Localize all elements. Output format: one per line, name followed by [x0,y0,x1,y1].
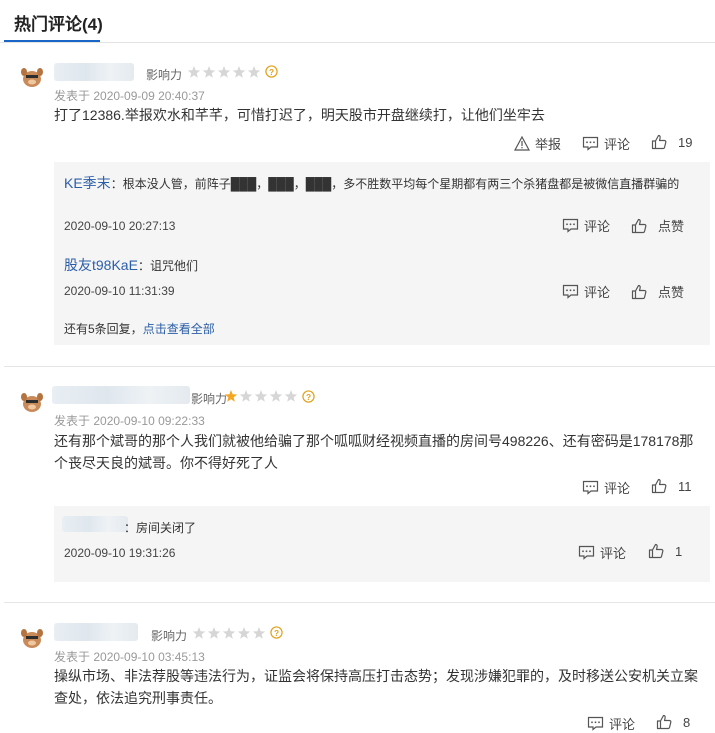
post-date: 发表于 2020-09-10 03:45:13 [54,650,205,664]
view-all-replies-link[interactable]: 点击查看全部 [143,322,215,336]
reply-comment-button[interactable]: 评论 [578,543,626,562]
star-icon [224,390,238,402]
comment-text: 还有那个斌哥的那个人我们就被他给骗了那个呱呱财经视频直播的房间号498226、还… [54,433,694,471]
username-blurred[interactable] [52,386,190,404]
like-button[interactable]: 19 [651,134,692,150]
star-icon [232,66,246,78]
thumbs-up-icon [631,284,647,299]
star-icon [252,627,266,639]
reply-like-button[interactable]: 1 [648,543,682,559]
comment-text: 操纵市场、非法荐股等违法行为，证监会将保持高压打击态势；发现涉嫌犯罪的，及时移送… [54,668,698,706]
reply-comment-button[interactable]: 评论 [562,282,610,301]
thumbs-up-icon [631,218,647,233]
report-button[interactable]: 举报 [514,134,561,153]
star-icon [222,627,236,639]
rating-stars [224,390,298,402]
comment-icon [562,284,579,299]
help-icon[interactable]: ? [270,626,283,639]
comment-text: 打了12386.举报欢水和芊芊，可惜打迟了，明天股市开盘继续打，让他们坐牢去 [54,107,545,123]
comment-button[interactable]: 评论 [582,478,630,497]
avatar-icon[interactable] [20,391,44,413]
reply-text: ：根本没人管，前阵子███，███，███，多不胜数平均每个星期都有两三个杀猪盘… [110,177,680,191]
like-button[interactable]: 11 [651,478,692,494]
reply-date: 2020-09-10 20:27:13 [64,219,176,233]
reply-date: 2020-09-10 19:31:26 [64,546,176,560]
star-icon [254,390,268,402]
comment-icon [582,136,599,151]
svg-text:?: ? [274,628,279,638]
reply-item: KE季末：根本没人管，前阵子███，███，███，多不胜数平均每个星期都有两三… [64,174,704,193]
active-tab-underline [4,40,100,42]
post-date: 发表于 2020-09-09 20:40:37 [54,89,205,103]
comment-divider [4,602,715,603]
thumbs-up-icon [651,478,667,494]
page-title: 热门评论(4) [14,15,103,34]
reply-username-blurred[interactable] [62,516,128,532]
comment-icon [578,545,595,560]
rating-stars [187,66,261,78]
avatar-icon[interactable] [20,66,44,88]
influence-label: 影响力 [146,68,183,82]
warning-icon [514,136,530,151]
reply-box: ：房间关闭了 2020-09-10 19:31:26 评论 1 [54,506,710,582]
rating-stars [192,627,266,639]
post-date: 发表于 2020-09-10 09:22:33 [54,414,205,428]
star-icon [269,390,283,402]
like-button[interactable]: 8 [656,714,690,730]
thumbs-up-icon [648,543,664,559]
username-blurred[interactable] [54,623,138,641]
help-icon[interactable]: ? [302,390,315,403]
star-icon [187,66,201,78]
reply-box: KE季末：根本没人管，前阵子███，███，███，多不胜数平均每个星期都有两三… [54,162,710,345]
more-replies: 还有5条回复，点击查看全部 [64,322,215,336]
avatar-icon[interactable] [20,627,44,649]
svg-text:?: ? [269,67,274,77]
reply-text: ：房间关闭了 [124,521,197,535]
influence-label: 影响力 [191,392,228,406]
comments-header: 热门评论(4) [0,0,715,43]
star-icon [217,66,231,78]
reply-comment-button[interactable]: 评论 [562,216,610,235]
comment-icon [562,218,579,233]
reply-like-button[interactable]: 点赞 [631,282,684,301]
reply-username[interactable]: KE季末 [64,175,111,191]
star-icon [284,390,298,402]
reply-username[interactable]: 股友t98KaE [64,257,138,273]
star-icon [207,627,221,639]
star-icon [202,66,216,78]
thumbs-up-icon [656,714,672,730]
comment-button[interactable]: 评论 [582,134,630,153]
reply-item: 股友t98KaE：诅咒他们 [64,256,704,275]
star-icon [239,390,253,402]
help-icon[interactable]: ? [265,65,278,78]
svg-text:?: ? [306,392,311,402]
comment-divider [4,366,715,367]
reply-text: ：诅咒他们 [137,259,198,273]
thumbs-up-icon [651,134,667,150]
star-icon [237,627,251,639]
reply-date: 2020-09-10 11:31:39 [64,284,175,298]
reply-like-button[interactable]: 点赞 [631,216,684,235]
comment-button[interactable]: 评论 [587,714,635,733]
influence-label: 影响力 [151,629,188,643]
star-icon [247,66,261,78]
username-blurred[interactable] [54,63,134,81]
star-icon [192,627,206,639]
comment-icon [582,480,599,495]
